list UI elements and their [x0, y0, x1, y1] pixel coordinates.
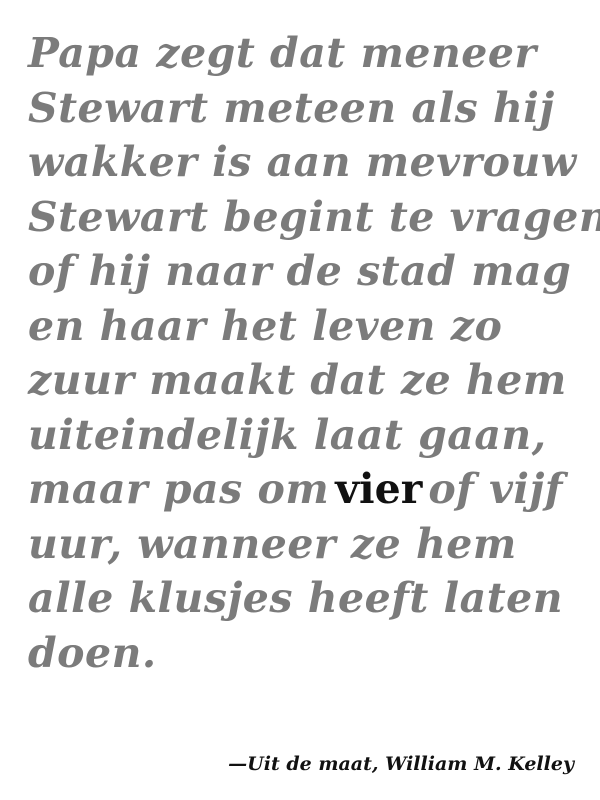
quote-card: Papa zegt dat meneer Stewart meteen als …: [0, 0, 600, 800]
quote-line-1: Papa zegt dat meneer: [28, 29, 537, 77]
quote-line-10: uur, wanneer ze hem: [28, 519, 517, 568]
quote-line-12: doen.: [28, 628, 157, 677]
quote-line-9: maar pas om vier of vijf: [28, 462, 588, 517]
quote-line-4: Stewart begint te vragen: [28, 192, 600, 241]
quote-line-3: wakker is aan mevrouw: [28, 138, 577, 186]
quote-line-9-start: maar pas om: [28, 465, 330, 513]
quote-line-8: uiteindelijk laat gaan,: [28, 410, 547, 459]
quote-line-2: Stewart meteen als hij: [28, 83, 555, 132]
quote-line-9-end: of vijf: [428, 465, 563, 513]
quote-text: Papa zegt dat meneer Stewart meteen als …: [28, 26, 600, 680]
attribution: —Uit de maat, William M. Kelley: [228, 753, 574, 775]
quote-line-7: zuur maakt dat ze hem: [28, 356, 567, 404]
highlighted-word: vier: [335, 465, 423, 513]
quote-line-5: of hij naar de stad mag: [28, 247, 572, 295]
quote-line-6: en haar het leven zo: [28, 301, 503, 350]
quote-line-11: alle klusjes heeft laten: [28, 574, 564, 622]
